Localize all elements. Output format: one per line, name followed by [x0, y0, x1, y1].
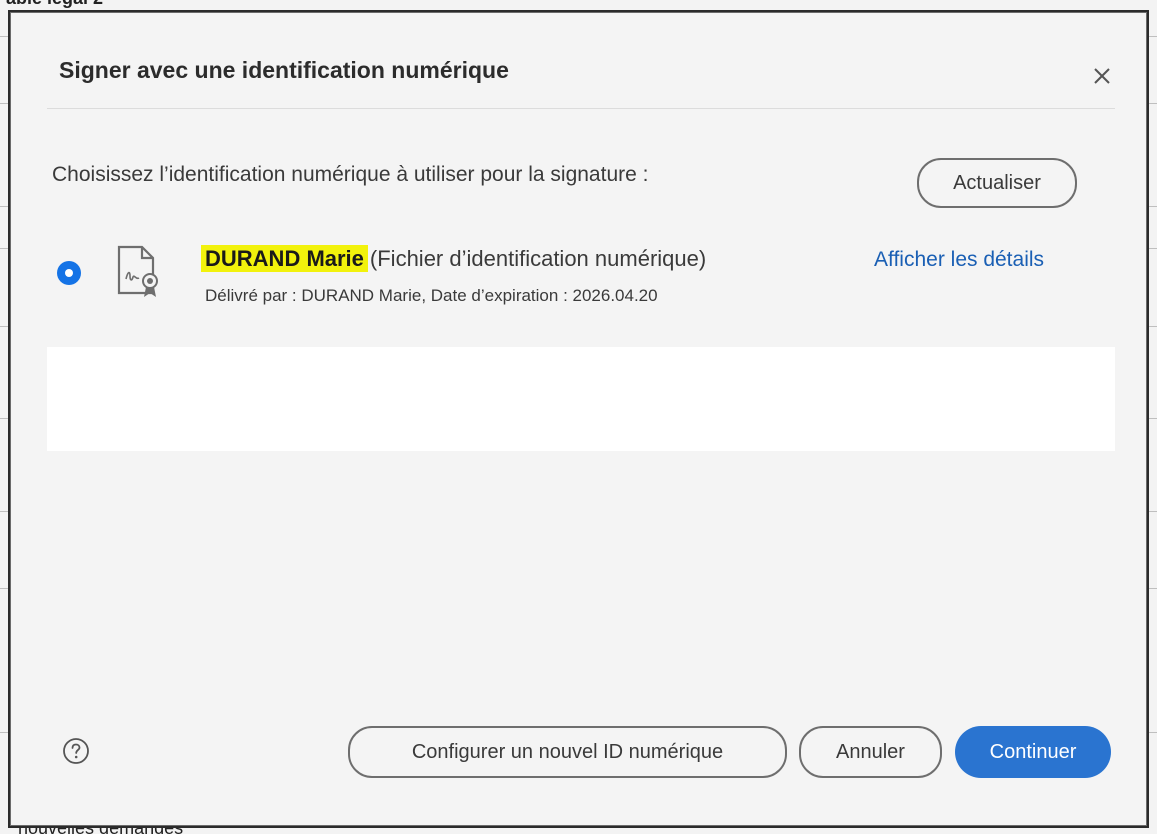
sign-dialog: Signer avec une identification numérique…: [10, 12, 1147, 826]
dialog-title: Signer avec une identification numérique: [59, 57, 509, 83]
help-button[interactable]: [62, 737, 90, 765]
identity-title: DURAND Marie (Fichier d’identification nu…: [201, 245, 707, 272]
configure-new-id-button[interactable]: Configurer un nouvel ID numérique: [348, 726, 787, 778]
identity-type: (Fichier d’identification numérique): [369, 246, 707, 271]
identity-name: DURAND Marie: [201, 245, 368, 272]
cancel-button[interactable]: Annuler: [799, 726, 942, 778]
help-icon: [63, 738, 89, 764]
empty-list-area: [47, 347, 1115, 451]
identity-radio[interactable]: [57, 261, 81, 285]
identity-issuer-info: Délivré par : DURAND Marie, Date d’expir…: [205, 286, 658, 305]
background-top-text: able légal 2: [6, 0, 103, 9]
close-icon: [1094, 68, 1110, 84]
prompt-text: Choisissez l’identification numérique à …: [52, 163, 649, 186]
certificate-icon: [117, 245, 158, 297]
refresh-button[interactable]: Actualiser: [917, 158, 1077, 208]
show-details-link[interactable]: Afficher les détails: [874, 248, 1044, 272]
close-button[interactable]: [1087, 61, 1117, 91]
title-divider: [47, 108, 1115, 109]
continue-button[interactable]: Continuer: [955, 726, 1111, 778]
radio-selected-icon: [65, 269, 73, 277]
